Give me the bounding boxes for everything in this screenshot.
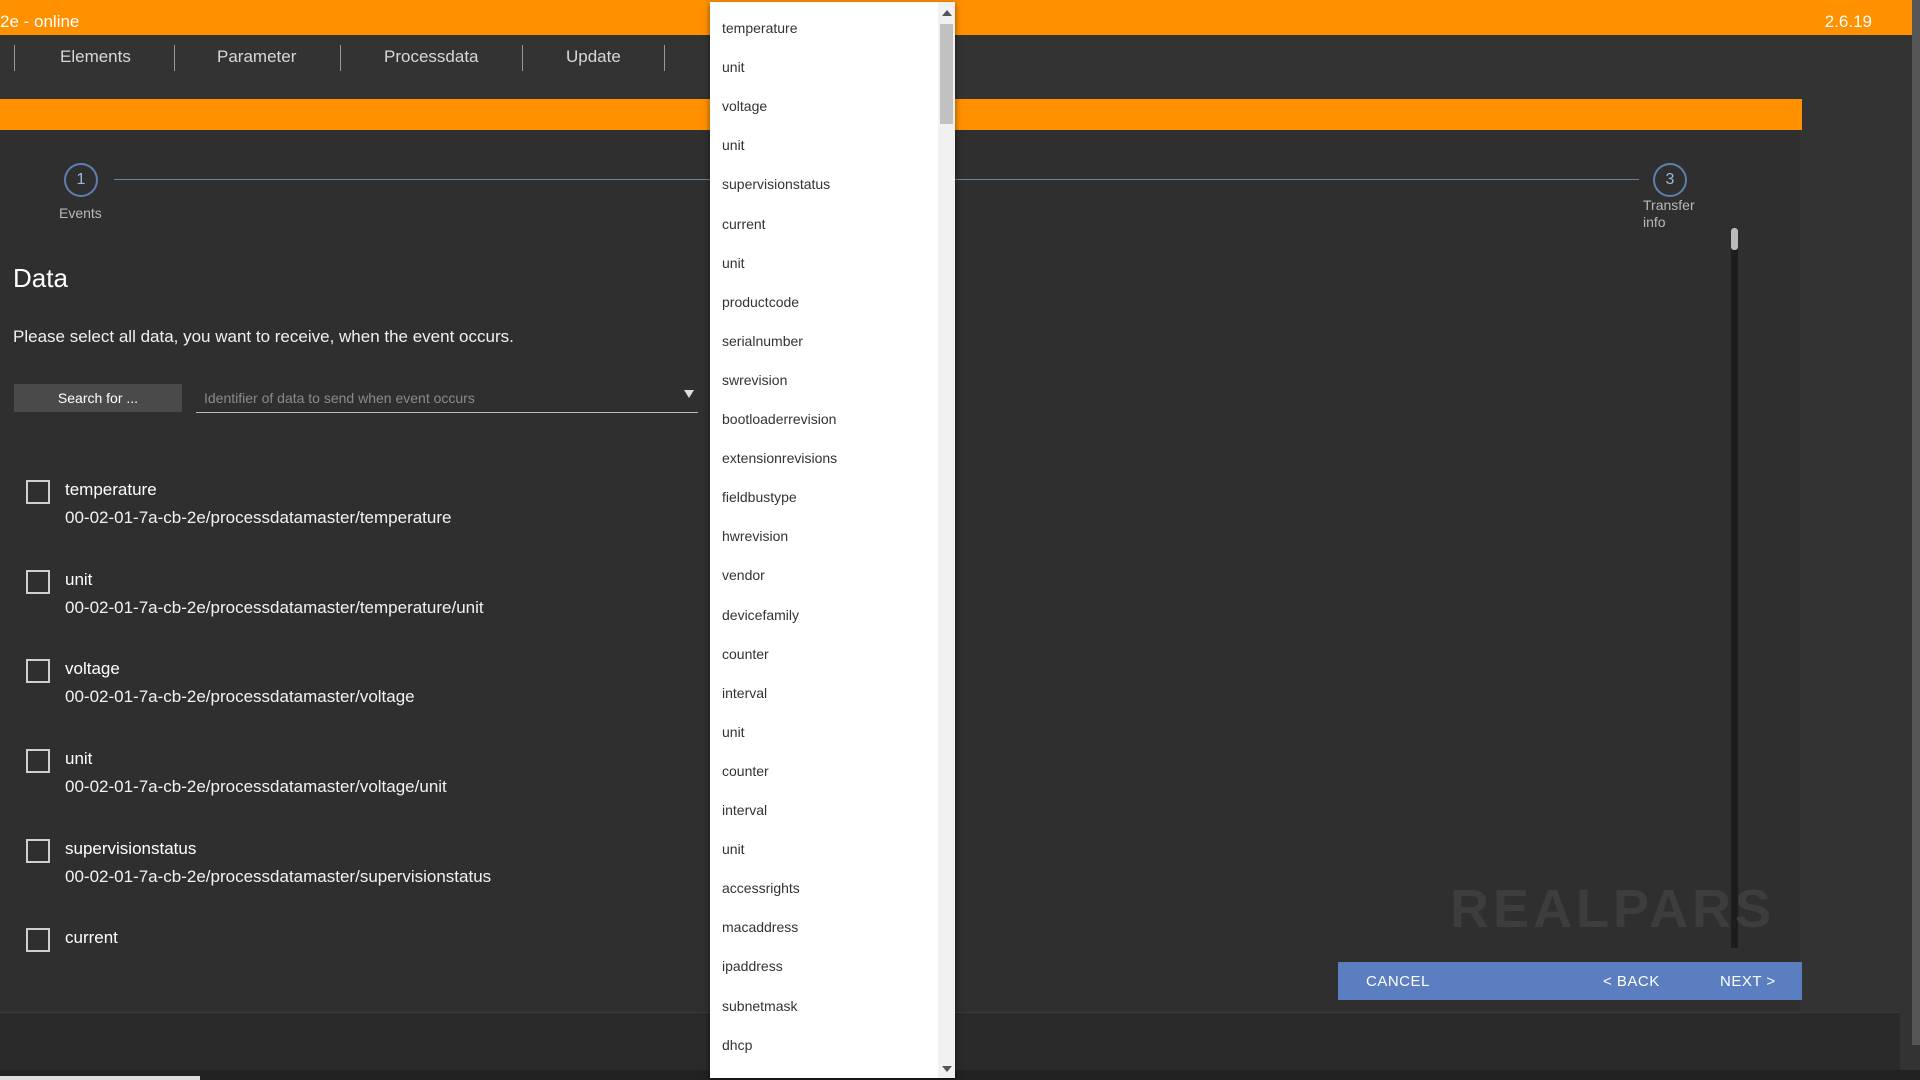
dropdown-option[interactable]: productcode [722,294,799,310]
nav-item-elements[interactable]: Elements [60,47,131,67]
step-3-label: Transfer info [1643,197,1695,230]
dropdown-option[interactable]: counter [722,646,769,662]
dropdown-option[interactable]: supervisionstatus [722,176,830,192]
panel-scrollbar-thumb[interactable] [1731,228,1738,250]
dropdown-option[interactable]: unit [722,137,745,153]
dropdown-option[interactable]: counter [722,763,769,779]
row-checkbox[interactable] [26,480,50,504]
dropdown-option[interactable]: subnetmask [722,998,797,1014]
window-edge [0,1076,200,1080]
row-name: voltage [65,659,120,678]
stepper-line [114,179,712,180]
dropdown-option[interactable]: hwrevision [722,528,788,544]
dropdown-option[interactable]: extensionrevisions [722,450,837,466]
nav-separator [664,45,665,71]
row-path: 00-02-01-7a-cb-2e/processdatamaster/temp… [65,598,484,617]
section-title: Data [13,263,68,293]
dropdown-option[interactable]: unit [722,841,745,857]
back-button[interactable]: < BACK [1603,973,1660,990]
stepper-line [955,179,1639,180]
nav-separator [340,45,341,71]
dropdown-option[interactable]: fieldbustype [722,489,797,505]
row-checkbox[interactable] [26,839,50,863]
identifier-dropdown-list[interactable]: temperature unit voltage unit supervisionsta… [710,2,955,1078]
dropdown-option[interactable]: accessrights [722,880,800,896]
dropdown-option[interactable]: macaddress [722,919,798,935]
row-checkbox[interactable] [26,659,50,683]
wizard-action-bar: CANCEL < BACK NEXT > [1338,962,1802,1000]
row-name: supervisionstatus [65,839,197,858]
nav-item-processdata[interactable]: Processdata [384,47,479,67]
panel-scrollbar[interactable] [1731,228,1738,948]
identifier-input[interactable] [196,384,676,412]
row-name: unit [65,570,93,589]
scroll-up-icon[interactable] [942,10,952,16]
dropdown-option[interactable]: dhcp [722,1037,752,1053]
app-version: 2.6.19 [1824,12,1872,31]
row-path: 00-02-01-7a-cb-2e/processdatamaster/volt… [65,777,447,796]
row-path: 00-02-01-7a-cb-2e/processdatamaster/supe… [65,867,492,886]
dropdown-option[interactable]: interval [722,802,767,818]
dropdown-option[interactable]: current [722,216,766,232]
row-path: 00-02-01-7a-cb-2e/processdatamaster/volt… [65,687,415,706]
dropdown-scrollbar[interactable] [938,2,955,1078]
cancel-button[interactable]: CANCEL [1366,973,1430,990]
row-checkbox[interactable] [26,570,50,594]
watermark-logo: REALPARS [1450,879,1776,939]
title-bar: 2e - online 2.6.19 [0,0,1920,35]
row-checkbox[interactable] [26,749,50,773]
window-edge [1912,0,1920,1045]
app-title: 2e - online [0,12,80,31]
row-name: current [65,928,118,947]
dropdown-option[interactable]: unit [722,724,745,740]
nav-item-update[interactable]: Update [566,47,621,67]
nav-item-parameter[interactable]: Parameter [217,47,296,67]
search-button[interactable]: Search for ... [14,384,182,412]
dropdown-option[interactable]: devicefamily [722,607,799,623]
row-path: 00-02-01-7a-cb-2e/processdatamaster/temp… [65,508,452,527]
dropdown-option[interactable]: bootloaderrevision [722,411,836,427]
dropdown-option[interactable]: vendor [722,567,765,583]
nav-separator [174,45,175,71]
dropdown-option[interactable]: unit [722,59,745,75]
top-nav: Elements Parameter Processdata Update [0,35,1920,99]
step-3-circle[interactable]: 3 [1653,163,1687,197]
dropdown-option[interactable]: swrevision [722,372,787,388]
dropdown-option[interactable]: interval [722,685,767,701]
scroll-down-icon[interactable] [942,1066,952,1072]
dropdown-option[interactable]: serialnumber [722,333,803,349]
nav-separator [522,45,523,71]
nav-separator [14,45,15,71]
dropdown-arrow-icon[interactable] [684,390,694,398]
step-1-circle[interactable]: 1 [64,163,98,197]
section-description: Please select all data, you want to rece… [13,327,514,346]
dropdown-option[interactable]: unit [722,255,745,271]
row-name: unit [65,749,93,768]
step-1-label: Events [59,205,102,221]
identifier-select[interactable] [196,384,698,413]
row-checkbox[interactable] [26,928,50,952]
dropdown-option[interactable]: voltage [722,98,767,114]
dropdown-scrollbar-thumb[interactable] [940,24,953,124]
dropdown-option[interactable]: ipaddress [722,958,783,974]
row-name: temperature [65,480,157,499]
dropdown-option[interactable]: temperature [722,20,797,36]
window-edge [0,1070,1920,1080]
next-button[interactable]: NEXT > [1720,973,1776,990]
